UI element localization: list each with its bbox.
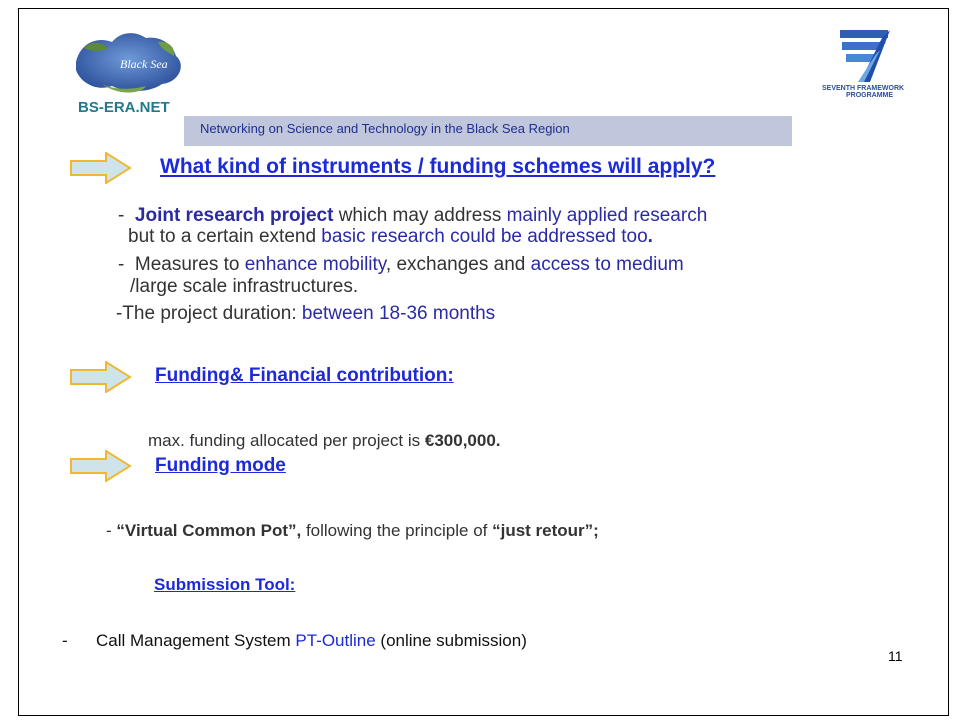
svg-text:Black Sea: Black Sea (120, 57, 168, 71)
seventh-framework-logo: SEVENTH FRAMEWORK PROGRAMME (818, 26, 922, 100)
bullet-joint-research: - Joint research project which may addre… (118, 205, 708, 226)
submission-tool-text: - Call Management System PT-Outline (onl… (62, 631, 527, 650)
bullet-duration: -The project duration: between 18-36 mon… (116, 303, 496, 324)
svg-text:BS-ERA.NET: BS-ERA.NET (78, 99, 170, 116)
heading-instruments: What kind of instruments / funding schem… (160, 155, 716, 178)
bs-era-net-logo: Black Sea BS-ERA.NET (62, 22, 197, 117)
arrow-right-icon (70, 360, 132, 394)
funding-mode-text: - “Virtual Common Pot”, following the pr… (106, 521, 599, 540)
heading-submission-tool: Submission Tool: (154, 575, 296, 594)
heading-funding-contribution: Funding& Financial contribution: (155, 365, 454, 386)
svg-text:SEVENTH FRAMEWORK: SEVENTH FRAMEWORK (822, 85, 904, 92)
bullet-mobility: - Measures to enhance mobility, exchange… (118, 254, 684, 275)
arrow-right-icon (70, 151, 132, 185)
svg-text:PROGRAMME: PROGRAMME (846, 92, 893, 99)
bullet-joint-research-cont: but to a certain extend basic research c… (128, 226, 653, 247)
header-band-text: Networking on Science and Technology in … (200, 121, 570, 136)
arrow-right-icon (70, 449, 132, 483)
heading-funding-mode: Funding mode (155, 455, 286, 476)
bullet-mobility-cont: /large scale infrastructures. (130, 276, 359, 297)
funding-max-text: max. funding allocated per project is €3… (148, 431, 501, 450)
page-number: 11 (888, 648, 903, 664)
